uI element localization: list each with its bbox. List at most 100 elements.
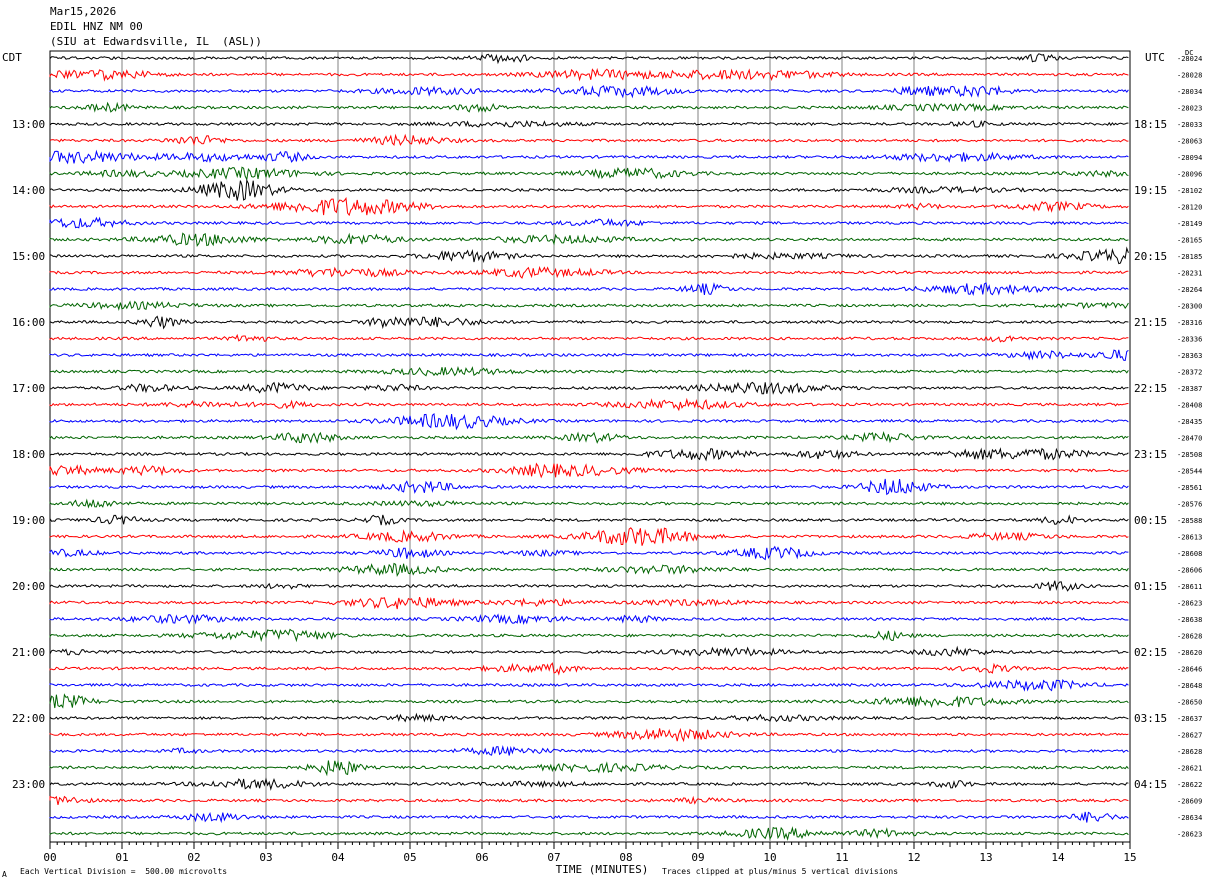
dc-offset-label: -28508 xyxy=(1177,451,1202,459)
dc-offset-label: -28300 xyxy=(1177,303,1202,311)
dc-offset-label: -28622 xyxy=(1177,781,1202,789)
dc-offset-label: -28544 xyxy=(1177,468,1202,476)
trace-row xyxy=(49,166,1129,182)
dc-offset-label: -28608 xyxy=(1177,550,1202,558)
trace-row xyxy=(49,777,1129,791)
x-tick-label: 00 xyxy=(43,851,56,864)
dc-offset-label: -28165 xyxy=(1177,237,1202,245)
trace-row xyxy=(49,613,1129,626)
dc-offset-label: -28637 xyxy=(1177,715,1202,723)
trace-row xyxy=(49,197,1129,217)
left-hour-label: 20:00 xyxy=(12,580,45,593)
right-hour-label: 00:15 xyxy=(1134,514,1167,527)
trace-row xyxy=(49,67,1129,82)
dc-offset-label: -28063 xyxy=(1177,138,1202,146)
right-hour-label: 18:15 xyxy=(1134,118,1167,131)
trace-row xyxy=(49,596,1129,610)
dc-offset-label: -28623 xyxy=(1177,831,1202,839)
left-hour-label: 14:00 xyxy=(12,184,45,197)
x-tick-label: 09 xyxy=(691,851,704,864)
trace-row xyxy=(49,478,1129,496)
right-hour-label: 19:15 xyxy=(1134,184,1167,197)
x-tick-label: 11 xyxy=(835,851,848,864)
dc-offset-label: -28646 xyxy=(1177,666,1202,674)
trace-row xyxy=(49,178,1129,201)
dc-offset-label: -28264 xyxy=(1177,286,1202,294)
trace-row xyxy=(49,645,1129,657)
left-hour-label: 18:00 xyxy=(12,448,45,461)
trace-row xyxy=(49,265,1129,279)
right-hour-label: 23:15 xyxy=(1134,448,1167,461)
dc-offset-label: -28102 xyxy=(1177,187,1202,195)
dc-offset-label: -28634 xyxy=(1177,814,1202,822)
x-tick-label: 01 xyxy=(115,851,128,864)
trace-row xyxy=(49,133,1129,147)
dc-offset-label: -28606 xyxy=(1177,567,1202,575)
trace-row xyxy=(49,662,1129,676)
scale-note: Each Vertical Division = 500.00 microvol… xyxy=(20,867,228,876)
trace-row xyxy=(49,53,1129,65)
trace-row xyxy=(49,447,1129,462)
trace-row xyxy=(49,498,1129,509)
trace-row xyxy=(49,315,1129,330)
trace-row xyxy=(49,246,1129,265)
right-hour-label: 21:15 xyxy=(1134,316,1167,329)
dc-offset-label: -28120 xyxy=(1177,204,1202,212)
x-tick-label: 03 xyxy=(259,851,272,864)
dc-offset-label: -28588 xyxy=(1177,517,1202,525)
dc-offset-label: -28576 xyxy=(1177,501,1202,509)
trace-row xyxy=(49,679,1129,692)
trace-row xyxy=(49,795,1129,806)
trace-row xyxy=(49,349,1129,361)
trace-row xyxy=(49,333,1129,343)
left-hour-label: 13:00 xyxy=(12,118,45,131)
x-tick-label: 06 xyxy=(475,851,488,864)
trace-row xyxy=(49,216,1129,229)
trace-row xyxy=(49,300,1129,312)
dc-offset-label: -28650 xyxy=(1177,699,1202,707)
right-hour-label: 22:15 xyxy=(1134,382,1167,395)
x-tick-label: 15 xyxy=(1123,851,1136,864)
trace-row xyxy=(49,580,1129,592)
dc-offset-label: -28387 xyxy=(1177,385,1202,393)
x-tick-label: 04 xyxy=(331,851,345,864)
right-hour-label: 04:15 xyxy=(1134,778,1167,791)
dc-offset-label: -28231 xyxy=(1177,270,1202,278)
trace-row xyxy=(49,826,1129,841)
dc-offset-label: -28094 xyxy=(1177,154,1202,162)
right-hour-label: 01:15 xyxy=(1134,580,1167,593)
trace-row xyxy=(49,693,1129,709)
trace-row xyxy=(49,527,1129,546)
dc-offset-label: -28613 xyxy=(1177,534,1202,542)
dc-offset-label: -28149 xyxy=(1177,220,1202,228)
trace-row xyxy=(49,514,1129,526)
dc-offset-label: -28372 xyxy=(1177,369,1202,377)
trace-row xyxy=(49,760,1129,777)
corner-mark: A xyxy=(2,870,7,879)
dc-offset-label: -28638 xyxy=(1177,616,1202,624)
dc-offset-label: -28034 xyxy=(1177,88,1202,96)
dc-offset-label: -28363 xyxy=(1177,352,1202,360)
x-tick-label: 02 xyxy=(187,851,200,864)
trace-row xyxy=(49,381,1129,395)
label-layer: 00 01 02 03 04 05 06 07 08 09 10 11 12 13 14 15-28024-2… xyxy=(12,55,1202,864)
trace-row xyxy=(49,101,1129,113)
trace-row xyxy=(49,712,1129,723)
trace-row xyxy=(49,282,1129,296)
left-hour-label: 17:00 xyxy=(12,382,45,395)
plot-frame xyxy=(49,50,1131,843)
trace-row xyxy=(49,727,1129,743)
trace-row xyxy=(49,365,1129,377)
dc-offset-label: -28316 xyxy=(1177,319,1202,327)
trace-layer xyxy=(49,53,1129,841)
left-hour-label: 22:00 xyxy=(12,712,45,725)
x-tick-label: 10 xyxy=(763,851,776,864)
x-tick-label: 13 xyxy=(979,851,992,864)
dc-offset-label: -28611 xyxy=(1177,583,1202,591)
right-hour-label: 02:15 xyxy=(1134,646,1167,659)
trace-row xyxy=(49,232,1129,248)
dc-offset-label: -28028 xyxy=(1177,72,1202,80)
dc-offset-label: -28621 xyxy=(1177,765,1202,773)
trace-row xyxy=(49,412,1129,431)
x-tick-label: 12 xyxy=(907,851,920,864)
